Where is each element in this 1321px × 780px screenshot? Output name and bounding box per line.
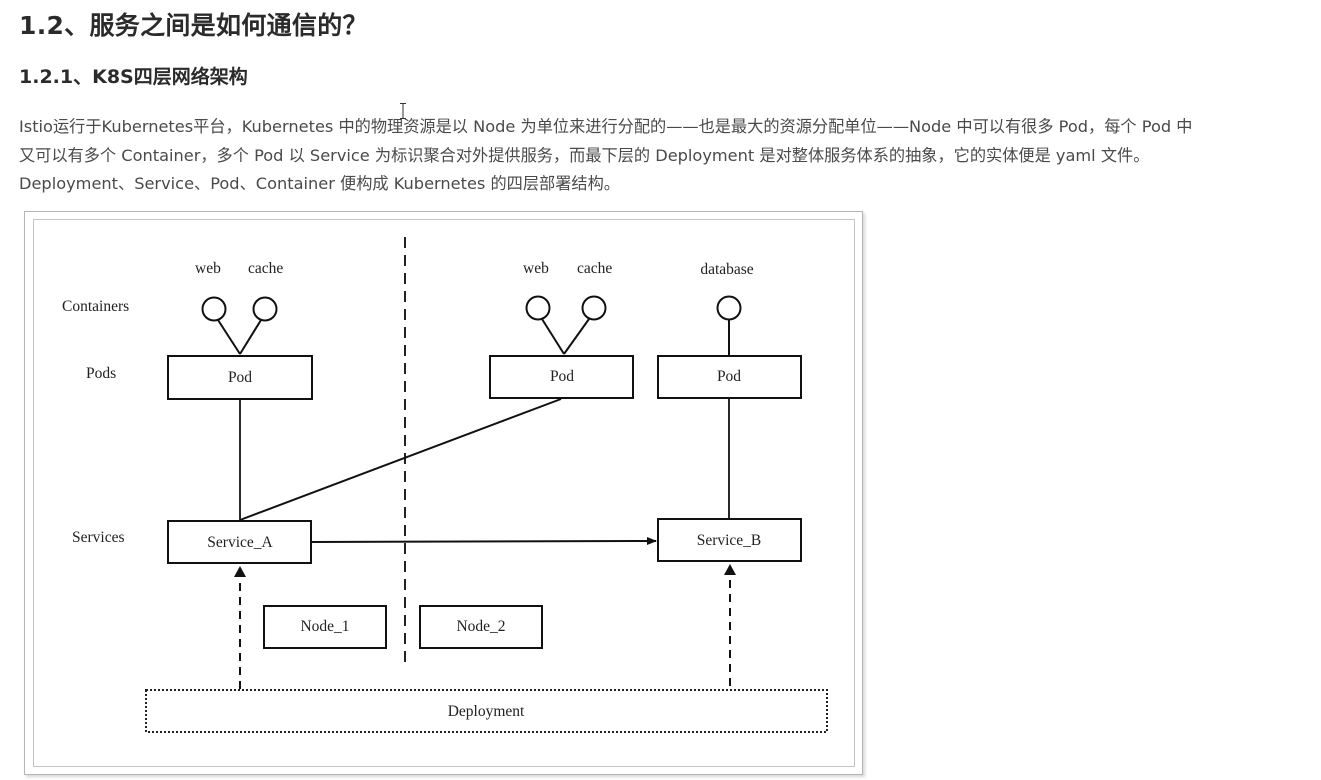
container-label-web: web xyxy=(523,260,549,277)
container-label-web: web xyxy=(195,260,221,277)
pod-label: Pod xyxy=(550,368,574,385)
container-label-database: database xyxy=(700,261,753,278)
node-2-label: Node_2 xyxy=(456,618,505,635)
row-label-pods: Pods xyxy=(86,365,116,382)
service-call-arrow xyxy=(311,537,657,546)
container-link xyxy=(239,319,262,355)
container-label-cache: cache xyxy=(577,260,612,277)
pod-label: Pod xyxy=(228,369,252,386)
container-cache xyxy=(252,296,278,322)
node-1-label: Node_1 xyxy=(300,618,349,635)
arrowhead-icon xyxy=(724,564,736,575)
row-label-services: Services xyxy=(72,529,125,546)
container-link xyxy=(541,318,565,355)
row-label-containers: Containers xyxy=(62,298,129,315)
container-cache xyxy=(581,295,607,321)
pod-label: Pod xyxy=(717,368,741,385)
arrowhead-icon xyxy=(234,566,246,577)
service-a-label: Service_A xyxy=(207,534,273,551)
container-web xyxy=(525,295,551,321)
pod-service-link xyxy=(239,398,562,521)
k8s-architecture-diagram: Containers Pods Services web cache Pod w… xyxy=(62,237,828,733)
container-link xyxy=(217,319,241,355)
container-label-cache: cache xyxy=(248,260,283,277)
container-database xyxy=(716,295,742,321)
container-web xyxy=(201,296,227,322)
service-b-label: Service_B xyxy=(697,532,762,549)
deployment-label: Deployment xyxy=(448,703,525,720)
container-link xyxy=(563,318,590,355)
